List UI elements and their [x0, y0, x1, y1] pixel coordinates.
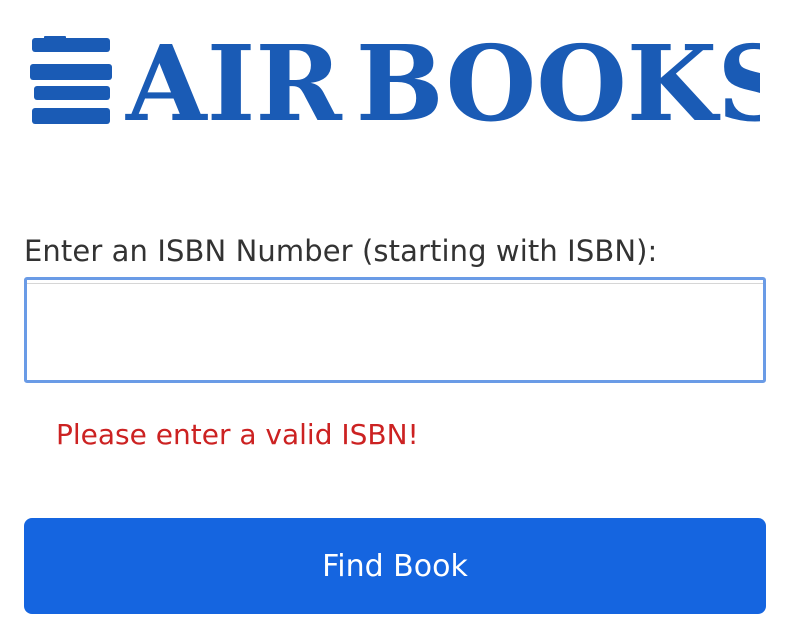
logo-text: AIR BOOKS: [125, 30, 760, 135]
isbn-input[interactable]: [24, 277, 766, 383]
book-stack-icon: [30, 36, 112, 124]
find-book-button[interactable]: Find Book: [24, 518, 766, 614]
logo-text-air: AIR: [125, 30, 343, 135]
airbooks-logo: AIR BOOKS: [30, 30, 760, 135]
logo-text-books: BOOKS: [356, 30, 760, 135]
error-message: Please enter a valid ISBN!: [56, 418, 419, 451]
isbn-label: Enter an ISBN Number (starting with ISBN…: [24, 234, 658, 268]
